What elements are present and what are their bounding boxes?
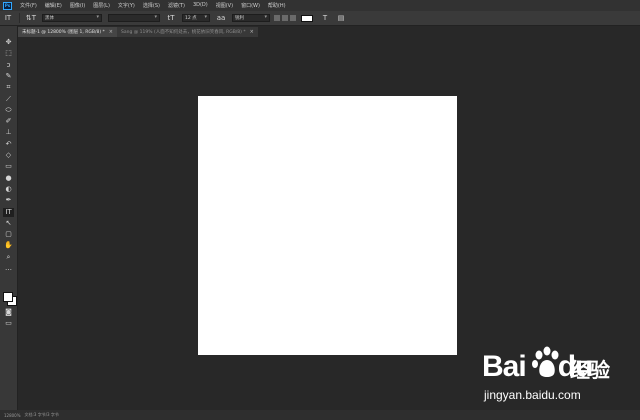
watermark-url: jingyan.baidu.com — [484, 388, 581, 402]
quick-select-tool-icon[interactable]: ✎ — [3, 72, 14, 81]
align-center-button[interactable] — [282, 15, 288, 21]
watermark-cn: 经验 — [570, 358, 610, 382]
menu-item[interactable]: 视图(V) — [212, 2, 237, 9]
ps-logo-icon[interactable]: Ps — [3, 1, 12, 10]
character-panel-icon[interactable]: ▤ — [335, 13, 347, 23]
close-icon[interactable]: × — [109, 29, 113, 35]
anti-alias-select[interactable]: 锐利 — [232, 14, 270, 22]
font-family-select[interactable]: 黑体 — [42, 14, 102, 22]
quick-mask-icon[interactable]: ◙ — [3, 308, 14, 317]
photoshop-window: Ps 文件(F) 编辑(E) 图像(I) 图层(L) 文字(Y) 选择(S) 滤镜(T) 3D… — [0, 0, 640, 420]
document-tabs: 未标题-1 @ 12800% (图层 1, RGB/8) * × Sang @ 11… — [18, 26, 640, 37]
anti-alias-icon: aa — [216, 14, 226, 22]
close-icon[interactable]: × — [250, 29, 254, 35]
paw-icon — [532, 346, 559, 377]
text-orientation-icon[interactable]: ⇅T — [25, 13, 37, 23]
type-tool-preset-icon[interactable]: IT — [2, 13, 14, 23]
menu-item[interactable]: 滤镜(T) — [164, 2, 189, 9]
eyedropper-tool-icon[interactable]: ⟋ — [3, 95, 14, 104]
spot-heal-tool-icon[interactable]: ⬭ — [3, 106, 14, 115]
font-style-select[interactable] — [108, 14, 160, 22]
stamp-tool-icon[interactable]: ⊥ — [3, 128, 14, 137]
move-tool-icon[interactable]: ✥ — [3, 38, 14, 47]
gradient-tool-icon[interactable]: ▭ — [3, 162, 14, 171]
lasso-tool-icon[interactable]: ↄ — [3, 61, 14, 70]
tab-label: 未标题-1 @ 12800% (图层 1, RGB/8) * — [22, 30, 105, 35]
baidu-jingyan-watermark: Bai du 经验 jingyan.baidu.com — [482, 346, 622, 406]
font-size-icon: tT — [167, 14, 175, 22]
menu-item[interactable]: 窗口(W) — [237, 2, 264, 9]
dodge-tool-icon[interactable]: ◐ — [3, 185, 14, 194]
document-info[interactable]: 文档:3 字节/3 字节 — [25, 412, 59, 418]
menu-item[interactable]: 编辑(E) — [41, 2, 66, 9]
document-tab[interactable]: Sang @ 119% (人面不知何处去，桃花依旧笑春风, RGB/8) * × — [117, 27, 258, 37]
marquee-tool-icon[interactable]: ⬚ — [3, 49, 14, 58]
path-select-tool-icon[interactable]: ↖ — [3, 219, 14, 228]
zoom-level[interactable]: 12800% — [4, 413, 21, 418]
menu-item[interactable]: 帮助(H) — [264, 2, 290, 9]
blur-tool-icon[interactable]: ● — [3, 174, 14, 183]
font-size-select[interactable]: 12 点 — [182, 14, 210, 22]
brush-tool-icon[interactable]: ✐ — [3, 117, 14, 126]
tab-label: Sang @ 119% (人面不知何处去，桃花依旧笑春风, RGB/8) * — [121, 30, 246, 35]
history-brush-tool-icon[interactable]: ↶ — [3, 140, 14, 149]
menu-item[interactable]: 文件(F) — [16, 2, 41, 9]
text-color-swatch[interactable] — [301, 14, 313, 22]
zoom-tool-icon[interactable]: ⌕ — [3, 253, 14, 262]
crop-tool-icon[interactable]: ⌗ — [3, 83, 14, 92]
hand-tool-icon[interactable]: ✋ — [3, 241, 14, 250]
more-tool-icon[interactable]: … — [3, 264, 14, 273]
status-bar: 12800% 文档:3 字节/3 字节 — [0, 410, 640, 420]
menu-item[interactable]: 图层(L) — [89, 2, 114, 9]
divider — [19, 13, 20, 23]
menu-item[interactable]: 图像(I) — [66, 2, 89, 9]
menu-bar: Ps 文件(F) 编辑(E) 图像(I) 图层(L) 文字(Y) 选择(S) 滤镜(T) 3D… — [0, 0, 640, 11]
align-right-button[interactable] — [290, 15, 296, 21]
document-tab[interactable]: 未标题-1 @ 12800% (图层 1, RGB/8) * × — [18, 27, 117, 37]
options-bar: IT ⇅T 黑体 tT 12 点 aa 锐利 T ▤ — [0, 11, 640, 26]
pen-tool-icon[interactable]: ✒ — [3, 196, 14, 205]
menu-item[interactable]: 选择(S) — [139, 2, 164, 9]
eraser-tool-icon[interactable]: ◇ — [3, 151, 14, 160]
screen-mode-icon[interactable]: ▭ — [3, 319, 14, 328]
shape-tool-icon[interactable]: ▢ — [3, 230, 14, 239]
document-canvas[interactable] — [198, 96, 457, 355]
tools-panel: ✥ ⬚ ↄ ✎ ⌗ ⟋ ⬭ ✐ ⊥ ↶ ◇ ▭ ● ◐ ✒ IT ↖ ▢ ✋ ⌕ … ◙ ▭ — [0, 26, 18, 420]
align-left-button[interactable] — [274, 15, 280, 21]
menu-item[interactable]: 3D(D) — [189, 2, 212, 9]
foreground-color-swatch[interactable] — [3, 292, 13, 302]
menu-item[interactable]: 文字(Y) — [114, 2, 139, 9]
type-tool-icon[interactable]: IT — [3, 207, 14, 217]
warp-text-icon[interactable]: T — [319, 13, 331, 23]
